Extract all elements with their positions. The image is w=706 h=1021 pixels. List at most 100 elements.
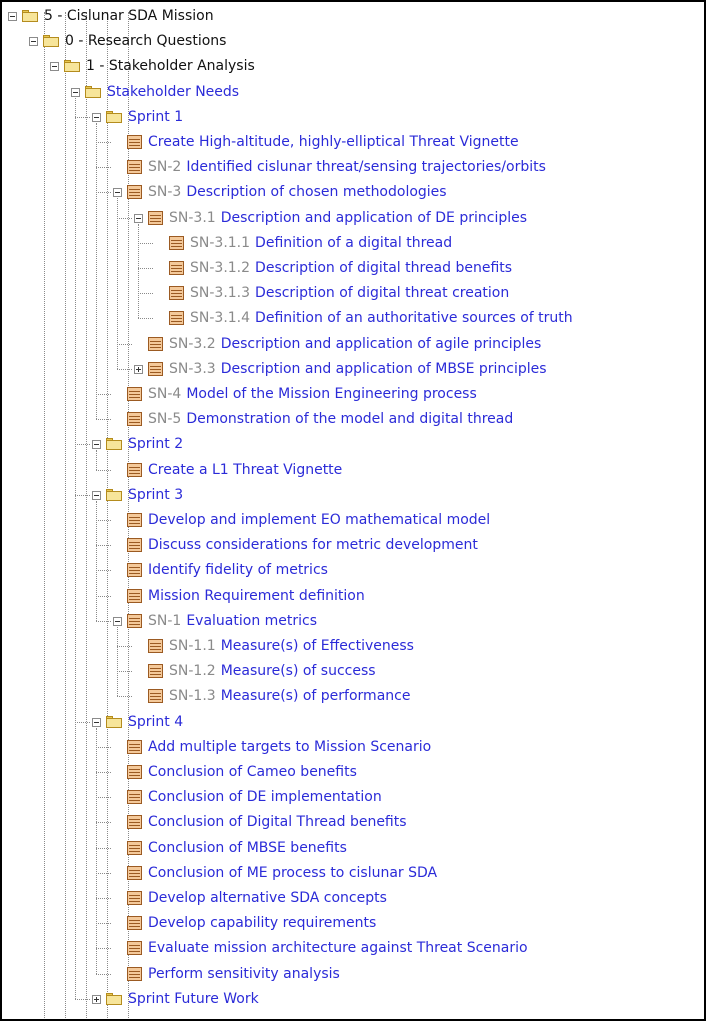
tree-node-label: Measure(s) of success <box>220 663 376 679</box>
tree-connector <box>138 318 153 319</box>
tree-guide-line <box>65 12 66 1019</box>
collapse-toggle[interactable] <box>71 88 80 97</box>
tree-node[interactable]: 5 - Cislunar SDA Mission <box>22 6 214 26</box>
tree-connector <box>96 873 111 874</box>
tree-connector <box>117 198 118 369</box>
requirement-id: SN-2 <box>148 159 182 175</box>
tree-connector <box>96 501 97 621</box>
tree-node-label: Description of digital thread benefits <box>255 260 513 276</box>
tree-node[interactable]: Create High-altitude, highly-elliptical … <box>127 132 519 152</box>
tree-connector <box>96 123 97 419</box>
tree-node-label: Measure(s) of performance <box>220 688 411 704</box>
tree-node-label: Evaluate mission architecture against Th… <box>148 940 528 956</box>
expand-toggle[interactable] <box>134 365 143 374</box>
requirement-icon <box>127 841 142 855</box>
collapse-toggle[interactable] <box>134 214 143 223</box>
tree-node[interactable]: Sprint 1 <box>106 107 183 127</box>
tree-node[interactable]: Identify fidelity of metrics <box>127 560 328 580</box>
tree-node-label: Sprint Future Work <box>128 991 259 1007</box>
tree-node[interactable]: SN-4 Model of the Mission Engineering pro… <box>127 384 477 404</box>
tree-connector <box>75 117 90 118</box>
tree-connector <box>96 545 111 546</box>
collapse-toggle[interactable] <box>113 617 122 626</box>
tree-node[interactable]: SN-2 Identified cislunar threat/sensing t… <box>127 157 546 177</box>
tree-node-label: Demonstration of the model and digital t… <box>186 411 514 427</box>
tree-connector <box>96 570 111 571</box>
tree-connector <box>75 444 90 445</box>
collapse-toggle[interactable] <box>92 440 101 449</box>
requirement-id: SN-1.1 <box>169 638 216 654</box>
requirement-icon <box>127 387 142 401</box>
collapse-toggle[interactable] <box>8 12 17 21</box>
tree-node-label: Conclusion of DE implementation <box>148 789 382 805</box>
tree-node[interactable]: SN-3.1.3 Description of digital threat cr… <box>169 283 509 303</box>
tree-node[interactable]: SN-1.3 Measure(s) of performance <box>148 686 410 706</box>
tree-node[interactable]: SN-3.1 Description and application of DE … <box>148 208 527 228</box>
tree-node-label: Conclusion of Digital Thread benefits <box>148 814 407 830</box>
collapse-toggle[interactable] <box>29 37 38 46</box>
tree-node-label: Add multiple targets to Mission Scenario <box>148 739 432 755</box>
requirement-icon <box>127 941 142 955</box>
tree-connector <box>96 450 97 470</box>
tree-node[interactable]: SN-3.1.4 Definition of an authoritative s… <box>169 308 573 328</box>
expand-toggle[interactable] <box>92 995 101 1004</box>
package-folder-icon <box>43 35 59 47</box>
tree-node[interactable]: Conclusion of Cameo benefits <box>127 762 357 782</box>
tree-connector <box>96 797 111 798</box>
tree-connector <box>75 999 90 1000</box>
collapse-toggle[interactable] <box>92 113 101 122</box>
tree-node[interactable]: Create a L1 Threat Vignette <box>127 460 342 480</box>
tree-node[interactable]: Stakeholder Needs <box>85 82 239 102</box>
tree-node[interactable]: Add multiple targets to Mission Scenario <box>127 737 431 757</box>
tree-node[interactable]: 0 - Research Questions <box>43 31 226 51</box>
tree-connector <box>96 596 111 597</box>
tree-node-label: Perform sensitivity analysis <box>148 966 340 982</box>
tree-node[interactable]: Sprint 3 <box>106 485 183 505</box>
tree-node[interactable]: Conclusion of DE implementation <box>127 787 382 807</box>
tree-node-label: Conclusion of ME process to cislunar SDA <box>148 865 438 881</box>
tree-node[interactable]: SN-1 Evaluation metrics <box>127 611 317 631</box>
requirement-id: SN-3.1.4 <box>190 310 251 326</box>
tree-node-label: Definition of an authoritative sources o… <box>255 310 573 326</box>
tree-node[interactable]: Mission Requirement definition <box>127 586 365 606</box>
tree-node[interactable]: SN-1.2 Measure(s) of success <box>148 661 376 681</box>
tree-node[interactable]: SN-1.1 Measure(s) of Effectiveness <box>148 636 414 656</box>
requirement-icon <box>127 740 142 754</box>
tree-connector <box>117 627 118 696</box>
requirement-icon <box>127 589 142 603</box>
tree-node[interactable]: SN-3.2 Description and application of agi… <box>148 334 541 354</box>
tree-node[interactable]: SN-3.3 Description and application of MBS… <box>148 359 547 379</box>
tree-connector <box>96 167 111 168</box>
tree-node-label: Conclusion of MBSE benefits <box>148 840 347 856</box>
tree-node[interactable]: Conclusion of Digital Thread benefits <box>127 812 407 832</box>
tree-node[interactable]: 1 - Stakeholder Analysis <box>64 56 255 76</box>
tree-node[interactable]: Conclusion of ME process to cislunar SDA <box>127 863 437 883</box>
requirement-icon <box>127 160 142 174</box>
tree-node-label: Model of the Mission Engineering process <box>186 386 477 402</box>
tree-node[interactable]: SN-3.1.1 Definition of a digital thread <box>169 233 452 253</box>
tree-node[interactable]: Sprint Future Work <box>106 989 259 1009</box>
tree-connector <box>96 520 111 521</box>
tree-node[interactable]: Sprint 4 <box>106 712 183 732</box>
collapse-toggle[interactable] <box>50 62 59 71</box>
tree-node[interactable]: SN-3 Description of chosen methodologies <box>127 182 447 202</box>
collapse-toggle[interactable] <box>113 188 122 197</box>
tree-node[interactable]: SN-3.1.2 Description of digital thread be… <box>169 258 512 278</box>
tree-node[interactable]: Discuss considerations for metric develo… <box>127 535 478 555</box>
tree-node[interactable]: SN-5 Demonstration of the model and digit… <box>127 409 513 429</box>
tree-node[interactable]: Develop and implement EO mathematical mo… <box>127 510 490 530</box>
collapse-toggle[interactable] <box>92 491 101 500</box>
tree-node[interactable]: Evaluate mission architecture against Th… <box>127 938 528 958</box>
tree-node[interactable]: Develop alternative SDA concepts <box>127 888 387 908</box>
tree-node[interactable]: Conclusion of MBSE benefits <box>127 838 347 858</box>
tree-node[interactable]: Perform sensitivity analysis <box>127 964 340 984</box>
tree-node[interactable]: Sprint 2 <box>106 434 183 454</box>
tree-node-label: Evaluation metrics <box>186 613 318 629</box>
tree-connector <box>96 747 111 748</box>
requirement-icon <box>127 135 142 149</box>
requirement-icon <box>127 891 142 905</box>
tree-node[interactable]: Develop capability requirements <box>127 913 376 933</box>
collapse-toggle[interactable] <box>92 718 101 727</box>
requirement-icon <box>127 815 142 829</box>
tree-connector <box>96 822 111 823</box>
